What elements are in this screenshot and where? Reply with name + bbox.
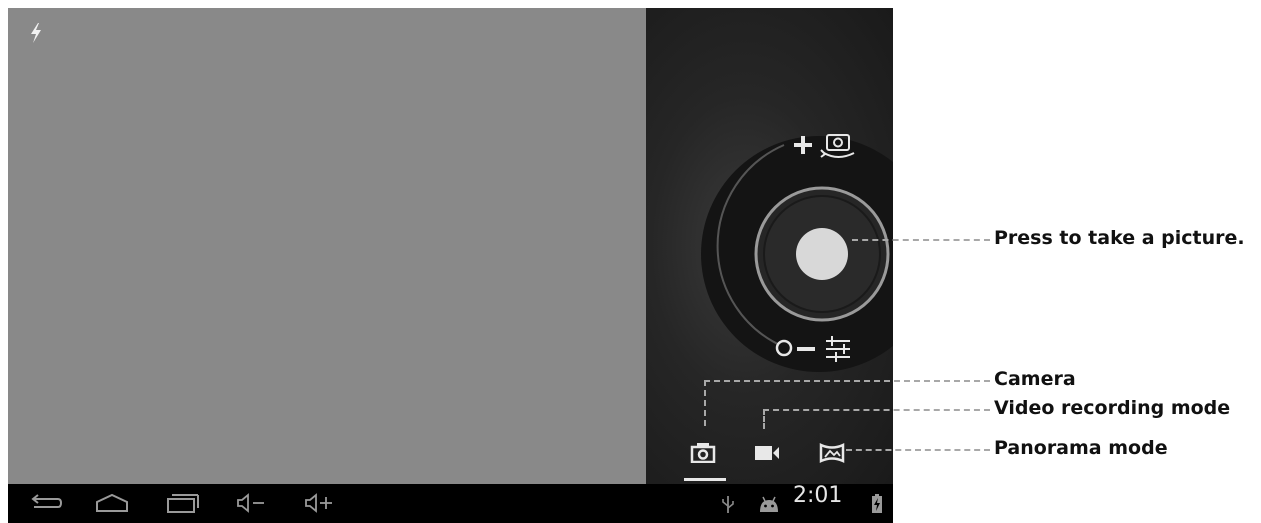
panorama-icon[interactable] xyxy=(819,442,845,464)
panorama-callout-line xyxy=(846,449,990,451)
zoom-knob[interactable] xyxy=(775,339,793,357)
camera-callout-label: Camera xyxy=(994,368,1076,390)
video-camera-icon[interactable] xyxy=(754,442,780,464)
minus-icon[interactable] xyxy=(797,347,815,351)
status-clock: 2:01 xyxy=(793,483,843,508)
volume-down-icon[interactable] xyxy=(234,490,270,516)
home-icon[interactable] xyxy=(94,490,130,516)
system-navigation-bar xyxy=(8,484,893,523)
battery-charging-icon xyxy=(872,494,882,513)
shutter-icon[interactable] xyxy=(796,228,848,280)
device-screen xyxy=(8,8,893,523)
back-icon[interactable] xyxy=(28,490,64,516)
camera-dial xyxy=(701,134,893,372)
usb-icon xyxy=(722,496,734,513)
shutter-callout-label: Press to take a picture. xyxy=(994,227,1245,249)
video-callout-label: Video recording mode xyxy=(994,397,1231,419)
video-callout-vline xyxy=(763,409,765,429)
flash-icon[interactable] xyxy=(28,22,44,44)
camera-icon[interactable] xyxy=(690,441,716,463)
selected-mode-indicator xyxy=(684,478,726,481)
video-callout-line xyxy=(763,409,990,411)
shutter-callout-line xyxy=(852,239,990,241)
camera-viewfinder[interactable] xyxy=(8,8,646,484)
recent-apps-icon[interactable] xyxy=(164,490,200,516)
panorama-callout-label: Panorama mode xyxy=(994,437,1168,459)
camera-callout-vline xyxy=(704,380,706,426)
camera-control-panel xyxy=(646,8,893,484)
android-debug-icon xyxy=(760,496,778,512)
volume-up-icon[interactable] xyxy=(302,490,338,516)
camera-callout-line xyxy=(704,380,990,382)
